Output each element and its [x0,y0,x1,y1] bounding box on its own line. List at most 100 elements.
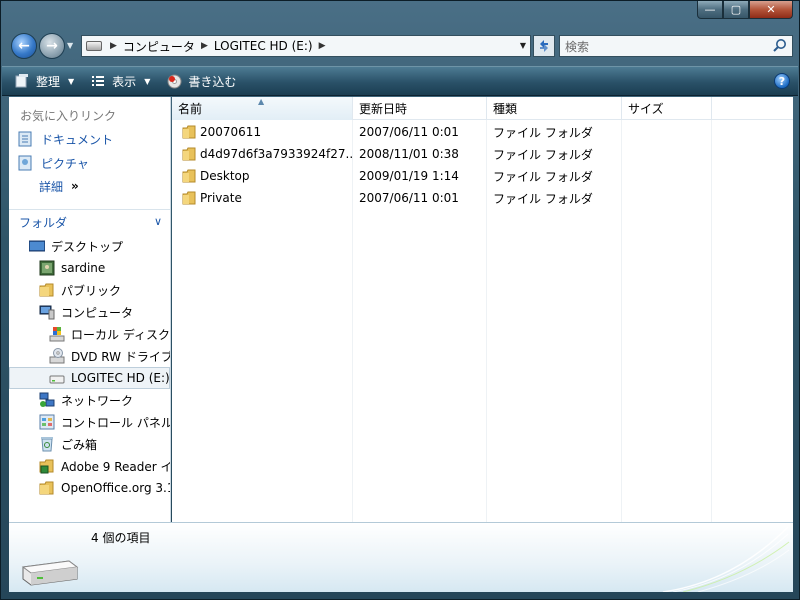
file-date: 2007/06/11 0:01 [359,191,459,205]
file-row[interactable]: Private 2007/06/11 0:01 ファイル フォルダ [172,187,712,209]
documents-icon [18,131,32,147]
tree-item-control-panel[interactable]: コントロール パネル [9,411,170,433]
tree-item-label: Adobe 9 Reader イ [61,459,171,474]
file-date: 2008/11/01 0:38 [359,147,459,161]
navigation-pane: お気に入りリンク ドキュメント ピクチャ 詳細 » フォルダ ∨ デスクトップ … [9,97,171,522]
forward-button[interactable]: → [39,33,65,59]
breadcrumb-computer[interactable]: コンピュータ [123,38,195,55]
folder-icon [182,147,196,161]
breadcrumb-separator-icon[interactable]: ▶ [110,41,117,51]
organize-label: 整理 [36,74,61,89]
file-row[interactable]: Desktop 2009/01/19 1:14 ファイル フォルダ [172,165,712,187]
column-header-name[interactable]: ▲ 名前 [172,97,353,120]
explorer-window: — ▢ ✕ ← → ▼ ▶ コンピュータ ▶ LOGITEC HD (E:) ▶… [0,0,800,600]
more-links-button[interactable]: 詳細 » [9,175,170,197]
column-header-label: 名前 [178,102,203,116]
tree-item-label: ごみ箱 [61,437,98,452]
tree-item-logitec-drive[interactable]: LOGITEC HD (E:) [9,367,170,389]
minimize-button[interactable]: — [697,1,723,19]
organize-dropdown-icon: ▼ [68,76,75,86]
column-header-type[interactable]: 種類 [487,97,622,120]
favorite-link-label: ピクチャ [41,156,89,171]
burn-button[interactable]: 書き込む [166,73,236,90]
tree-item-recycle-bin[interactable]: ごみ箱 [9,433,170,455]
folders-header[interactable]: フォルダ ∨ [9,209,170,235]
folder-icon [39,481,54,495]
tree-item-label: ネットワーク [61,393,134,408]
view-label: 表示 [112,74,137,89]
tree-item-dvd-drive[interactable]: DVD RW ドライブ [9,345,170,367]
file-row[interactable]: 20070611 2007/06/11 0:01 ファイル フォルダ [172,121,712,143]
file-date: 2009/01/19 1:14 [359,169,459,183]
tree-item-label: sardine [61,261,106,275]
address-bar[interactable]: ▶ コンピュータ ▶ LOGITEC HD (E:) ▶ ▼ [81,35,531,57]
dvd-drive-icon [49,348,65,364]
breadcrumb-separator-icon[interactable]: ▶ [319,41,326,51]
column-header-date[interactable]: 更新日時 [353,97,487,120]
search-box[interactable]: 検索 [559,35,793,57]
caption-buttons: — ▢ ✕ [697,1,793,21]
tree-item-label: OpenOffice.org 3.1 [61,481,171,495]
file-date: 2007/06/11 0:01 [359,125,459,139]
favorite-link-documents[interactable]: ドキュメント [9,127,170,151]
tree-item-adobe-reader[interactable]: Adobe 9 Reader イ [9,455,170,477]
file-name: d4d97d6f3a7933924f27... [200,147,353,161]
help-icon[interactable]: ? [774,73,790,89]
favorite-link-pictures[interactable]: ピクチャ [9,151,170,175]
file-name-cell: 20070611 [172,125,353,139]
control-panel-icon [39,414,55,430]
file-name: 20070611 [200,125,262,139]
navigation-bar: ← → ▼ ▶ コンピュータ ▶ LOGITEC HD (E:) ▶ ▼ 検索 [9,31,793,61]
favorite-links-header: お気に入りリンク [20,109,117,123]
decorative-swoosh [662,526,790,592]
column-header-label: サイズ [628,102,664,116]
column-header-label: 種類 [493,102,518,116]
back-arrow-icon: ← [18,38,30,54]
breadcrumb-logitec-drive[interactable]: LOGITEC HD (E:) [214,39,313,53]
organize-button[interactable]: 整理 ▼ [14,73,74,90]
tree-item-local-disk[interactable]: ローカル ディスク [9,323,170,345]
burn-disc-icon [166,74,182,88]
view-dropdown-icon: ▼ [144,76,151,86]
tree-item-label: DVD RW ドライブ [71,349,171,364]
breadcrumb-separator-icon[interactable]: ▶ [201,41,208,51]
file-name: Private [200,191,242,205]
address-dropdown-icon[interactable]: ▼ [520,41,526,50]
folders-header-label: フォルダ [19,216,68,230]
column-header-size[interactable]: サイズ [622,97,712,120]
recent-pages-dropdown[interactable]: ▼ [67,41,77,51]
tree-item-desktop[interactable]: デスクトップ [9,235,170,257]
drive-icon [49,375,65,384]
tree-item-label: コンピュータ [61,305,134,320]
file-name-cell: d4d97d6f3a7933924f27... [172,147,353,161]
file-type: ファイル フォルダ [493,191,593,206]
file-name: Desktop [200,169,250,183]
back-button[interactable]: ← [11,33,37,59]
tree-item-public[interactable]: パブリック [9,279,170,301]
tree-item-sardine[interactable]: sardine [9,257,170,279]
tree-item-network[interactable]: ネットワーク [9,389,170,411]
more-links-label: 詳細 [39,179,64,194]
tree-item-computer[interactable]: コンピュータ [9,301,170,323]
forward-arrow-icon: → [46,38,58,54]
chevron-down-icon: ∨ [153,215,162,228]
refresh-icon [540,40,548,52]
file-name-cell: Private [172,191,353,205]
tree-item-label: パブリック [61,283,122,298]
pictures-icon [18,155,32,171]
tree-item-openoffice[interactable]: OpenOffice.org 3.1 [9,477,170,499]
tree-item-label: ローカル ディスク [71,327,170,342]
refresh-button[interactable] [533,35,555,57]
drive-icon [21,560,79,586]
search-icon[interactable] [771,37,789,55]
folder-icon [182,191,196,205]
file-row[interactable]: d4d97d6f3a7933924f27... 2008/11/01 0:38 … [172,143,712,165]
file-type: ファイル フォルダ [493,147,593,162]
maximize-button[interactable]: ▢ [723,1,749,19]
folder-tree: デスクトップ sardine パブリック コンピュータ ローカル ディスク DV… [9,235,170,499]
close-button[interactable]: ✕ [749,1,793,19]
recycle-bin-icon [41,437,53,452]
network-icon [39,392,55,407]
view-button[interactable]: 表示 ▼ [90,73,150,90]
address-drive-icon [86,41,102,51]
